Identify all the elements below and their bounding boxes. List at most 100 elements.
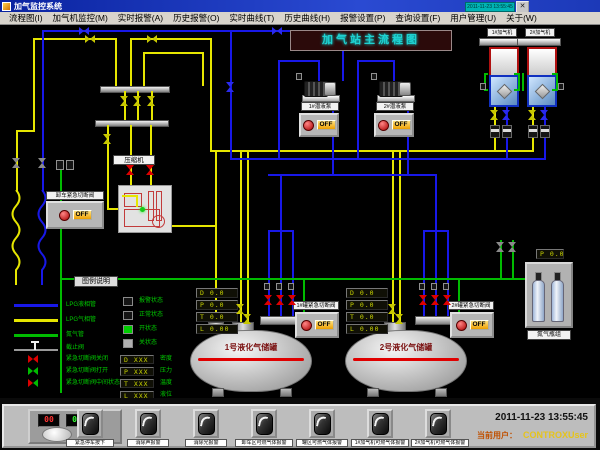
valve-icon — [508, 242, 516, 252]
alarm-button-mute-sound[interactable] — [135, 409, 161, 438]
hose-nozzle — [540, 125, 550, 138]
bracket — [514, 89, 518, 91]
valve-icon — [288, 295, 296, 305]
menu-item-dispenser-monitor[interactable]: 加气机监控(M) — [48, 12, 113, 24]
title-bar: 加气监控系统 2011-11-23 13:55:45 ✕ — [0, 0, 600, 12]
menu-item-realtime-trend[interactable]: 实时曲线(T) — [224, 12, 279, 24]
menu-item-realtime-alarm[interactable]: 实时报警(A) — [113, 12, 168, 24]
tank-1-density-readout: D 0.0 — [196, 288, 238, 298]
pipe-vapor — [33, 38, 35, 130]
pipe-liquid — [280, 174, 282, 230]
alarm-button-dispenser1-gas[interactable] — [367, 409, 393, 438]
tank-stripe — [353, 358, 459, 361]
pump-1-off-button[interactable]: OFF — [317, 120, 336, 130]
legend-label-valve-mid: 紧急切断阀中间状态 — [66, 379, 120, 388]
alarm-button-mute-light[interactable] — [193, 409, 219, 438]
legend-label-valve-open: 紧急切断阀打开 — [66, 367, 108, 376]
tank-stripe — [198, 358, 304, 361]
tank-leg — [367, 388, 379, 397]
valve-icon — [120, 96, 128, 106]
menu-item-alarm-settings[interactable]: 报警设置(P) — [335, 12, 390, 24]
menu-item-about[interactable]: 关于(W) — [501, 12, 542, 24]
hose-nozzle — [502, 125, 512, 138]
valve-icon — [388, 304, 396, 314]
bracket — [522, 73, 524, 91]
alarm-button-unload-gas[interactable] — [251, 409, 277, 438]
valve-icon — [502, 110, 510, 120]
alarm-label-mute-sound: 消除声报警 — [127, 439, 169, 447]
window-title: 加气监控系统 — [14, 1, 62, 12]
pipe-vapor — [240, 150, 242, 325]
valve-icon — [443, 295, 451, 305]
legend-stop-valve-pipe — [14, 349, 58, 351]
bracket — [552, 89, 556, 91]
menu-item-history-trend[interactable]: 历史曲线(H) — [279, 12, 335, 24]
pump-2-cap — [399, 82, 411, 96]
pipe-liquid — [230, 30, 232, 158]
menu-item-history-alarm[interactable]: 历史报警(O) — [168, 12, 224, 24]
pipe-vapor — [130, 38, 210, 40]
tank-2-valve-off-button[interactable]: OFF — [470, 320, 489, 330]
alarm-label-mute-light: 消除光报警 — [185, 439, 227, 447]
pipe-vapor — [33, 38, 115, 40]
knob-icon — [430, 413, 447, 435]
hose-nozzle — [528, 125, 538, 138]
legend-label-stop-valve: 截止阀 — [66, 344, 84, 353]
status-indicator — [264, 283, 270, 290]
app-icon — [2, 2, 11, 11]
valve-icon — [103, 134, 111, 144]
legend-label-liquid: LPG液相管 — [66, 301, 96, 310]
main-canvas: 加气站主流程图 1#加气机 2#加气机 1#潜液泵 OFF — [2, 25, 598, 398]
menu-item-flow[interactable]: 流程图(I) — [4, 12, 48, 24]
pipe-vapor — [399, 150, 401, 325]
legend-label-state-open: 开状态 — [139, 325, 157, 334]
compressor-pipe — [122, 195, 136, 197]
pump-2-off-button[interactable]: OFF — [392, 120, 411, 130]
status-indicator — [66, 160, 74, 170]
legend-label-valve-closed: 紧急切断阀关闭 — [66, 355, 108, 364]
unload-valve-off-button[interactable]: OFF — [73, 210, 92, 220]
dispenser-emblem-icon — [534, 83, 550, 99]
alarm-button-tank-gas[interactable] — [309, 409, 335, 438]
status-indicator — [288, 283, 294, 290]
dispenser-2-label: 2#加气机 — [525, 28, 555, 37]
valve-icon — [236, 304, 244, 314]
pipe-vapor — [247, 150, 249, 325]
valve-icon — [419, 295, 427, 305]
pump-2-panel: OFF — [374, 113, 414, 137]
status-indicator — [276, 283, 282, 290]
tank-1-valve-off-button[interactable]: OFF — [315, 320, 334, 330]
tank-2-density-readout: D 0.0 — [346, 288, 388, 298]
pipe-liquid — [357, 60, 359, 158]
valve-icon — [147, 35, 157, 43]
legend-label-state-normal: 正常状态 — [139, 311, 163, 320]
menu-item-query-settings[interactable]: 查询设置(F) — [390, 12, 445, 24]
pipe-liquid — [278, 60, 280, 158]
status-indicator — [558, 83, 564, 90]
pipe-liquid — [435, 174, 437, 230]
valve-icon — [276, 295, 284, 305]
tank-1-temperature-readout: T 0.0 — [196, 312, 238, 322]
knob-icon — [256, 413, 273, 435]
current-user-label: 当前用户： — [477, 431, 517, 440]
legend-stop-valve-stem — [34, 342, 36, 350]
alarm-button-dispenser2-gas[interactable] — [425, 409, 451, 438]
pipe-vapor — [392, 150, 394, 325]
dispenser-2-canopy — [517, 38, 561, 46]
alarm-label-tank-gas: 罐区可燃气体报警 — [296, 439, 348, 447]
valve-icon — [264, 295, 272, 305]
red-led-display: 00 — [38, 414, 60, 427]
status-indicator — [480, 83, 486, 90]
alarm-button-estop[interactable] — [77, 409, 103, 438]
pipe-vapor — [210, 38, 212, 150]
unloading-hoses — [10, 190, 50, 285]
nitrogen-pressure-readout: P 0.0 — [536, 249, 564, 259]
valve-icon — [38, 158, 46, 168]
legend-meter-pressure-box: P XXX — [120, 367, 154, 376]
menu-item-user-management[interactable]: 用户管理(U) — [445, 12, 501, 24]
status-indicator — [443, 283, 449, 290]
valve-icon — [490, 110, 498, 120]
pipe-vapor — [170, 225, 215, 227]
pipe-vapor — [143, 52, 202, 54]
tank-1-valve-lamp — [301, 320, 312, 331]
